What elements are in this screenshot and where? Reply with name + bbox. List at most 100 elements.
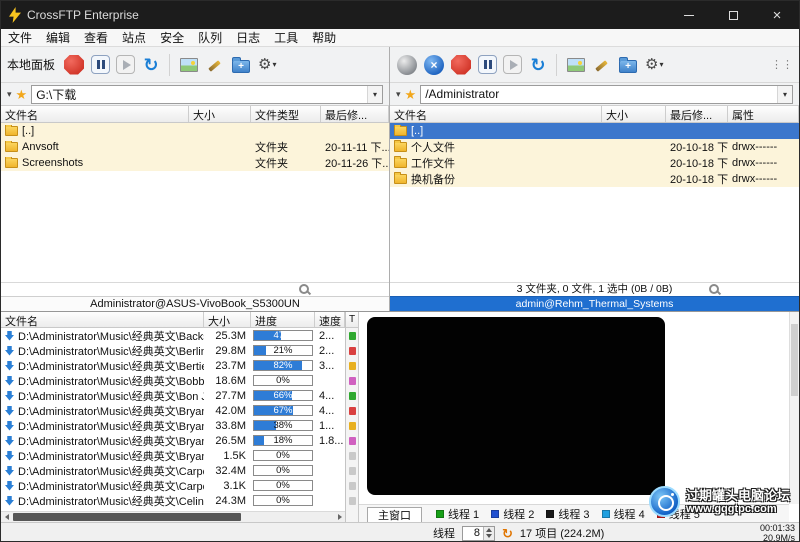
menu-item-安全[interactable]: 安全 [153,29,191,46]
transfer-size: 24.3M [204,495,251,507]
file-name: Screenshots [22,157,83,169]
combo-dropdown-icon[interactable]: ▾ [367,86,382,103]
bookmark-star-icon[interactable]: ★ [405,88,417,101]
column-header[interactable]: 文件类型 [251,106,321,122]
transfer-size: 1.5K [204,450,251,462]
file-row[interactable]: [..] [1,123,389,139]
file-row[interactable]: Anvsoft文件夹20-11-11 下... [1,139,389,155]
menu-item-工具[interactable]: 工具 [267,29,305,46]
queue-horizontal-scrollbar[interactable] [1,511,345,522]
legend-color-swatch [657,510,665,518]
column-header[interactable]: 最后修... [321,106,389,122]
queue-row[interactable]: D:\Administrator\Music\经典英文\Bertie H...2… [1,358,345,373]
queue-row[interactable]: D:\Administrator\Music\经典英文\Backstr...25… [1,328,345,343]
queue-row[interactable]: D:\Administrator\Music\经典英文\Carpent...3.… [1,478,345,493]
file-row[interactable]: 换机备份20-10-18 下...drwx------ [390,171,799,187]
column-header[interactable]: 文件名 [1,106,189,122]
menu-item-队列[interactable]: 队列 [191,29,229,46]
abort-icon[interactable] [451,55,471,75]
refresh-icon[interactable]: ↻ [141,54,161,76]
queue-row[interactable]: D:\Administrator\Music\经典英文\Bobby V...18… [1,373,345,388]
menu-item-站点[interactable]: 站点 [115,29,153,46]
window-controls: × [667,1,799,29]
history-dropdown-icon[interactable]: ▾ [396,89,401,100]
column-header[interactable]: 进度 [251,312,315,327]
new-folder-icon[interactable] [232,60,250,73]
scrollbar-thumb[interactable] [13,513,241,521]
remote-path-combo[interactable]: /Administrator ▾ [420,85,793,104]
combo-dropdown-icon[interactable]: ▾ [777,86,792,103]
chevron-down-icon: ▾ [272,60,276,69]
file-row[interactable]: 工作文件20-10-18 下...drwx------ [390,155,799,171]
queue-row[interactable]: D:\Administrator\Music\经典英文\Bryan A...26… [1,433,345,448]
queue-row[interactable]: D:\Administrator\Music\经典英文\Berlin-T...2… [1,343,345,358]
thread-indicator [349,392,356,400]
column-header[interactable]: 大小 [204,312,251,327]
progress-label: 21% [254,346,312,355]
minimize-button[interactable] [667,1,711,29]
queue-row[interactable]: D:\Administrator\Music\经典英文\Bryan A...33… [1,418,345,433]
remote-path-value: /Administrator [421,87,777,101]
play-icon[interactable] [116,55,135,74]
spinner-down-icon[interactable] [486,534,492,538]
menu-item-文件[interactable]: 文件 [1,29,39,46]
scroll-right-icon[interactable] [334,512,345,522]
settings-button[interactable]: ⚙ ▾ [258,57,276,72]
menu-item-编辑[interactable]: 编辑 [39,29,77,46]
preview-icon[interactable] [567,58,585,72]
menu-item-帮助[interactable]: 帮助 [305,29,343,46]
column-header[interactable]: 速度 [315,312,345,327]
play-icon[interactable] [503,55,522,74]
edit-icon[interactable] [593,56,611,74]
spinner-up-icon[interactable] [486,528,492,532]
thread-count-spinner[interactable]: 8 [462,526,495,541]
disconnect-icon[interactable]: × [424,55,444,75]
toolbar-overflow-icon[interactable]: ⋮⋮ [771,58,793,71]
column-header[interactable]: 大小 [602,106,666,122]
file-row[interactable]: [..] [390,123,799,139]
column-header[interactable]: 属性 [728,106,799,122]
column-header[interactable]: 文件名 [390,106,602,122]
maximize-button[interactable] [711,1,755,29]
monitor-vertical-scrollbar[interactable] [789,312,799,504]
column-header[interactable]: 最后修... [666,106,728,122]
maximize-icon [729,11,738,20]
transfer-speed: 4... [315,390,345,402]
queue-row[interactable]: D:\Administrator\Music\经典英文\Carpent...32… [1,463,345,478]
queue-row[interactable]: D:\Administrator\Music\经典英文\Bon Jov...27… [1,388,345,403]
abort-icon[interactable] [64,55,84,75]
transfer-file-path: D:\Administrator\Music\经典英文\Bryan A... [18,433,204,449]
column-header[interactable]: 大小 [189,106,251,122]
pause-icon[interactable] [91,55,110,74]
bookmark-star-icon[interactable]: ★ [16,88,28,101]
preview-icon[interactable] [180,58,198,72]
file-row[interactable]: Screenshots文件夹20-11-26 下... [1,155,389,171]
pause-icon[interactable] [478,55,497,74]
new-folder-icon[interactable] [619,60,637,73]
refresh-icon[interactable]: ↻ [528,54,548,76]
scrollbar-thumb[interactable] [791,324,798,396]
queue-body: D:\Administrator\Music\经典英文\Backstr...25… [1,328,345,508]
progress-label: 82% [254,361,312,370]
edit-icon[interactable] [206,56,224,74]
file-row[interactable]: 个人文件20-10-18 下...drwx------ [390,139,799,155]
search-icon[interactable] [709,284,721,296]
menu-item-查看[interactable]: 查看 [77,29,115,46]
queue-row[interactable]: D:\Administrator\Music\经典英文\Bryan A...1.… [1,448,345,463]
connect-icon[interactable] [397,55,417,75]
tab-main-window[interactable]: 主窗口 [367,507,422,523]
search-icon[interactable] [299,284,311,296]
settings-button[interactable]: ⚙ ▾ [645,57,663,72]
queue-row[interactable]: D:\Administrator\Music\经典英文\Bryan A...42… [1,403,345,418]
history-dropdown-icon[interactable]: ▾ [7,89,12,100]
menu-item-日志[interactable]: 日志 [229,29,267,46]
local-path-combo[interactable]: G:\下载 ▾ [31,85,383,104]
chevron-down-icon: ▾ [659,60,663,69]
transfer-size: 26.5M [204,435,251,447]
close-button[interactable]: × [755,1,799,29]
column-header[interactable]: 文件名 [1,312,204,327]
scroll-left-icon[interactable] [1,512,12,522]
folder-icon [5,126,18,136]
queue-row[interactable]: D:\Administrator\Music\经典英文\Celine ...24… [1,493,345,508]
file-type: 文件夹 [251,155,321,171]
